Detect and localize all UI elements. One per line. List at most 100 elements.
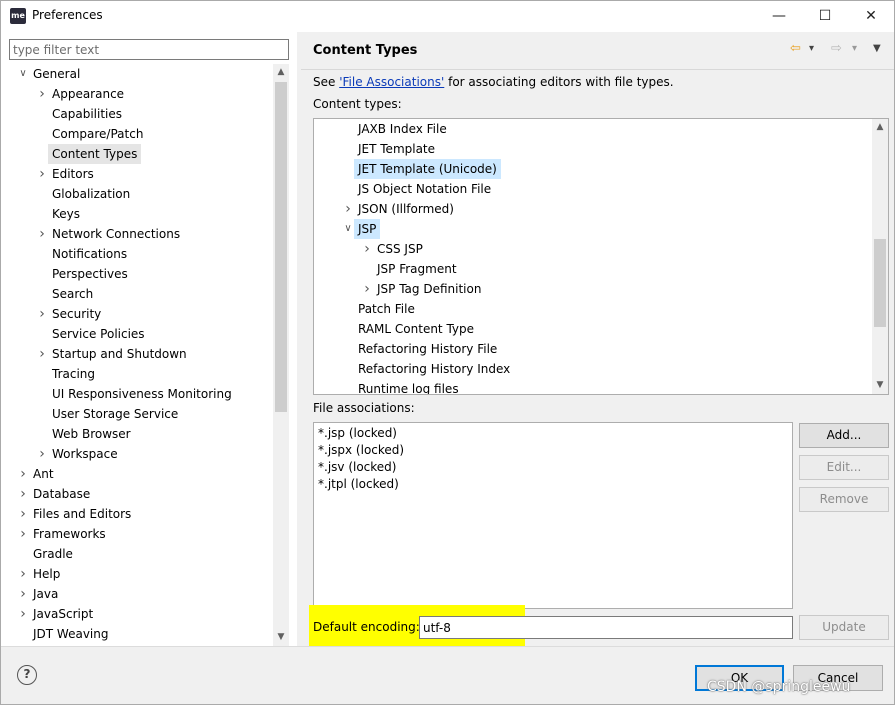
chevron-right-icon[interactable]: › (17, 464, 29, 484)
chevron-right-icon[interactable]: › (342, 199, 354, 219)
file-associations-label: File associations: (313, 401, 415, 415)
file-association-item[interactable]: *.jsp (locked) (318, 425, 788, 442)
preferences-tree: ∨ General › Appearance Capabilities Compare/P… (9, 64, 273, 646)
default-encoding-input[interactable] (419, 616, 793, 639)
tree-item-label: Appearance (52, 87, 125, 101)
tree-item-label: Ant (33, 467, 54, 481)
tree-item-label: Search (52, 287, 94, 301)
ct-item-label: Refactoring History Index (358, 362, 511, 376)
minimize-button[interactable]: — (756, 1, 802, 32)
tree-scrollbar[interactable]: ▲ ▼ (273, 64, 289, 646)
scroll-up-icon[interactable]: ▲ (273, 64, 289, 81)
edit-button[interactable]: Edit... (799, 455, 889, 480)
update-button[interactable]: Update (799, 615, 889, 640)
tree-item-label: Startup and Shutdown (52, 347, 187, 361)
tree-item-label: Gradle (33, 547, 73, 561)
tree-item-label: Workspace (52, 447, 118, 461)
help-icon[interactable]: ? (17, 665, 37, 685)
tree-item-label: Files and Editors (33, 507, 132, 521)
file-associations-link[interactable]: 'File Associations' (339, 75, 444, 89)
chevron-right-icon[interactable]: › (36, 164, 48, 184)
tree-item-label: Database (33, 487, 91, 501)
ct-scroll-down-icon[interactable]: ▼ (872, 377, 888, 394)
chevron-right-icon[interactable]: › (36, 304, 48, 324)
ct-item-label: JS Object Notation File (358, 182, 492, 196)
header-divider (301, 69, 894, 70)
content-types-scrollbar[interactable]: ▲ ▼ (872, 119, 888, 394)
page-description: See 'File Associations' for associating … (313, 75, 674, 89)
chevron-right-icon[interactable]: › (17, 524, 29, 544)
back-arrow-icon[interactable]: ⇦ (790, 40, 801, 58)
tree-item-label: Globalization (52, 187, 131, 201)
preferences-window: me Preferences — ☐ ✕ ∨ General › Appearance… (0, 0, 895, 705)
chevron-right-icon[interactable]: › (36, 444, 48, 464)
file-associations-list[interactable]: *.jsp (locked) *.jspx (locked) *.jsv (lock… (313, 422, 793, 609)
tree-item-label: Java (33, 587, 59, 601)
tree-item-label: Tracing (52, 367, 96, 381)
tree-item-label: JavaScript (33, 607, 94, 621)
watermark: CSDN @springleewu (707, 679, 851, 695)
page-title: Content Types (313, 43, 418, 58)
chevron-right-icon[interactable]: › (17, 504, 29, 524)
add-button[interactable]: Add... (799, 423, 889, 448)
tree-item-label: Notifications (52, 247, 128, 261)
chevron-right-icon[interactable]: › (36, 344, 48, 364)
tree-item-label: Frameworks (33, 527, 106, 541)
chevron-right-icon[interactable]: › (36, 224, 48, 244)
chevron-right-icon[interactable]: › (361, 279, 373, 299)
ct-item-label: JSP (354, 219, 381, 239)
tree-item-label: JDT Weaving (33, 627, 109, 641)
ct-item-label: JET Template (358, 142, 436, 156)
remove-button[interactable]: Remove (799, 487, 889, 512)
chevron-down-icon[interactable]: ∨ (342, 219, 354, 239)
close-button[interactable]: ✕ (848, 1, 894, 32)
back-dropdown-icon[interactable]: ▾ (809, 40, 814, 58)
tree-item-label: User Storage Service (52, 407, 179, 421)
tree-item-label: Security (52, 307, 102, 321)
tree-item-label: Help (33, 567, 61, 581)
dialog-button-bar: ? OK Cancel CSDN @springleewu (1, 646, 894, 704)
chevron-right-icon[interactable]: › (17, 604, 29, 624)
content-types-items: JAXB Index File JET Template JET Template … (314, 119, 872, 394)
tree-item-label: Keys (52, 207, 81, 221)
filter-input[interactable] (9, 39, 289, 60)
tree-item-label: UI Responsiveness Monitoring (52, 387, 232, 401)
scroll-down-icon[interactable]: ▼ (273, 629, 289, 646)
chevron-right-icon[interactable]: › (17, 484, 29, 504)
ct-item-label: JSP Tag Definition (377, 282, 482, 296)
ct-scroll-up-icon[interactable]: ▲ (872, 119, 888, 136)
forward-dropdown-icon[interactable]: ▾ (852, 40, 857, 58)
window-title: Preferences (32, 8, 103, 22)
tree-scroll-thumb[interactable] (275, 82, 287, 412)
chevron-right-icon[interactable]: › (17, 564, 29, 584)
app-logo-icon: me (10, 8, 26, 24)
maximize-button[interactable]: ☐ (802, 1, 848, 32)
file-association-item[interactable]: *.jspx (locked) (318, 442, 788, 459)
file-association-item[interactable]: *.jtpl (locked) (318, 476, 788, 493)
ct-item-label: JAXB Index File (358, 122, 447, 136)
ct-item-label: CSS JSP (377, 242, 423, 256)
description-prefix: See (313, 75, 340, 89)
file-association-item[interactable]: *.jsv (locked) (318, 459, 788, 476)
ct-item-label: Runtime log files (358, 382, 459, 394)
chevron-right-icon[interactable]: › (361, 239, 373, 259)
tree-item-label: Content Types (48, 144, 142, 164)
content-types-page: Content Types ⇦ ▾ ⇨ ▾ ▼ See 'File Associ… (301, 32, 894, 650)
ct-item-label: RAML Content Type (358, 322, 475, 336)
ct-scroll-thumb[interactable] (874, 239, 886, 327)
tree-item-label: Perspectives (52, 267, 128, 281)
forward-arrow-icon[interactable]: ⇨ (831, 40, 842, 58)
title-bar: me Preferences — ☐ ✕ (1, 1, 894, 32)
ct-item-label: JSON (Illformed) (358, 202, 454, 216)
view-menu-icon[interactable]: ▼ (873, 40, 881, 58)
description-suffix: for associating editors with file types. (444, 75, 674, 89)
ct-item-label: Patch File (358, 302, 415, 316)
tree-item-label: Service Policies (52, 327, 145, 341)
ct-item-label: Refactoring History File (358, 342, 498, 356)
chevron-right-icon[interactable]: › (17, 584, 29, 604)
tree-item-label: Web Browser (52, 427, 131, 441)
tree-item-label: General (33, 67, 81, 81)
chevron-right-icon[interactable]: › (36, 84, 48, 104)
chevron-down-icon[interactable]: ∨ (17, 64, 29, 84)
content-types-tree: JAXB Index File JET Template JET Template … (313, 118, 889, 395)
